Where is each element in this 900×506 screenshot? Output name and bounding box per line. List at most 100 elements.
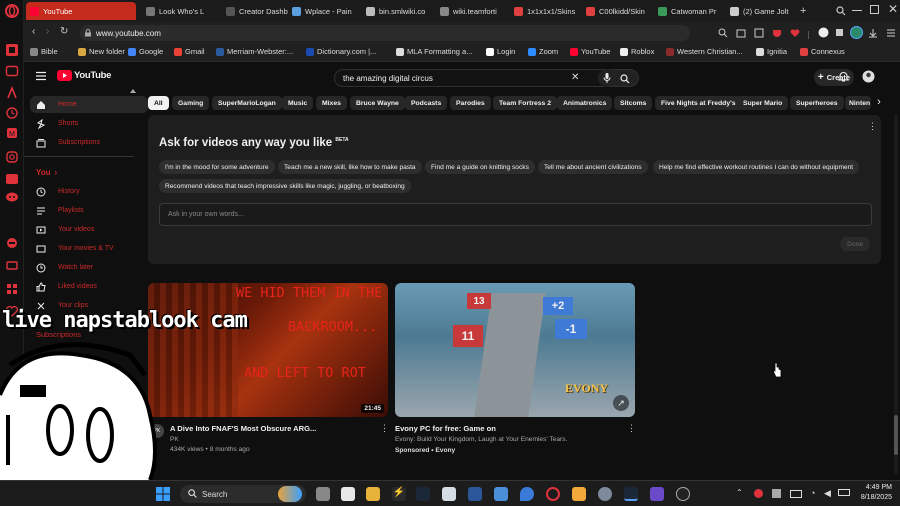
chip-parodies[interactable]: Parodies	[450, 96, 491, 110]
chip-sitcoms[interactable]: Sitcoms	[614, 96, 653, 110]
video-popout-icon[interactable]	[5, 64, 19, 78]
snapshot-icon[interactable]	[736, 28, 746, 38]
steam-running-icon[interactable]	[624, 487, 638, 501]
pocket-icon[interactable]	[772, 28, 782, 38]
battery-icon[interactable]	[838, 489, 850, 496]
search-icon[interactable]	[718, 28, 728, 38]
settings-icon[interactable]	[598, 487, 612, 501]
tab-youtube[interactable]: YouTube	[26, 2, 136, 20]
app-icon-purple[interactable]	[650, 487, 664, 501]
youtube-logo[interactable]: YouTube	[57, 70, 111, 81]
sidebar-item-subscriptions[interactable]: Subscriptions	[30, 134, 148, 151]
discord-icon[interactable]	[5, 190, 19, 204]
account-avatar[interactable]	[862, 70, 875, 83]
scrollbar-thumb[interactable]	[894, 415, 898, 455]
page-scrollbar[interactable]	[894, 115, 898, 475]
bookmark-zoom[interactable]: Zoom	[528, 47, 558, 56]
chip-all[interactable]: All	[148, 96, 169, 110]
steam-icon[interactable]	[416, 487, 430, 501]
bookmark-western-christian[interactable]: Western Christian...	[666, 47, 743, 56]
extensions-puzzle-icon[interactable]	[834, 27, 845, 38]
video-thumbnail[interactable]: WE HID THEM IN THE BACKROOM... AND LEFT …	[148, 283, 388, 417]
bookmark-google[interactable]: Google	[128, 47, 163, 56]
url-field[interactable]: www.youtube.com	[80, 25, 690, 41]
tab-wplace[interactable]: Wplace - Pain	[288, 2, 360, 20]
opera-logo-icon[interactable]	[5, 4, 19, 18]
workspace-icon[interactable]	[5, 43, 19, 57]
ad-thumbnail[interactable]: 13 +2 -1 11 EVONY ↗	[395, 283, 635, 417]
tray-app-icon[interactable]	[772, 489, 781, 498]
messenger-icon[interactable]: M	[5, 126, 19, 140]
clear-search-icon[interactable]: ✕	[571, 72, 579, 83]
easy-setup-icon[interactable]	[886, 28, 896, 38]
sidebar-item-your-videos[interactable]: Your videos	[30, 221, 148, 238]
sidebar-item-playlists[interactable]: Playlists	[30, 202, 148, 219]
bookmark-mla-formatting[interactable]: MLA Formatting a...	[396, 47, 472, 56]
bookmark-connexus[interactable]: Connexus	[800, 47, 845, 56]
wifi-icon[interactable]: ◔	[810, 488, 815, 498]
chip-super-mario[interactable]: Super Mario	[737, 96, 789, 110]
chip-music[interactable]: Music	[282, 96, 314, 110]
bookmark-ignitia[interactable]: Ignitia	[756, 47, 787, 56]
instagram-icon[interactable]	[5, 150, 19, 164]
bookmark-login[interactable]: Login	[486, 47, 515, 56]
download-icon[interactable]	[868, 28, 878, 38]
back-button[interactable]: ‹	[32, 26, 35, 37]
prompt-chip-adventure[interactable]: I'm in the mood for some adventure	[159, 160, 275, 174]
prompt-chip-ancient-civilizations[interactable]: Tell me about ancient civilizations	[538, 160, 648, 174]
bookmark-roblox[interactable]: Roblox	[620, 47, 654, 56]
sidebar-item-liked-videos[interactable]: Liked videos	[30, 278, 148, 295]
tab-1x1x1x1[interactable]: 1x1x1x1/Skins	[510, 2, 580, 20]
volume-icon[interactable]: ◀	[824, 488, 831, 499]
task-view-icon[interactable]	[316, 487, 330, 501]
word-icon[interactable]	[468, 487, 482, 501]
prompt-chip-workout[interactable]: Help me find effective workout routines …	[653, 160, 860, 174]
voice-search-button[interactable]	[598, 69, 616, 87]
done-button[interactable]: Done	[840, 237, 870, 251]
chip-team-fortress-2[interactable]: Team Fortress 2	[493, 96, 558, 110]
chip-gaming[interactable]: Gaming	[172, 96, 210, 110]
bookmark-icon[interactable]	[754, 28, 764, 38]
maximize-button[interactable]	[870, 5, 879, 14]
search-tabs-icon[interactable]	[836, 6, 846, 16]
windows-start-icon[interactable]	[156, 487, 170, 501]
prompt-chip-knitting[interactable]: Find me a guide on knitting socks	[425, 160, 535, 174]
ad-title[interactable]: Evony PC for free: Game on	[395, 424, 496, 433]
profile-avatar-icon[interactable]	[850, 26, 863, 39]
search-input[interactable]: the amazing digital circus ✕	[334, 69, 612, 87]
bookmark-dictionary[interactable]: Dictionary.com |...	[306, 47, 376, 56]
tab-c00lkidd[interactable]: C00lkidd/Skin	[582, 2, 652, 20]
tray-app-icon[interactable]	[754, 489, 763, 498]
bookmark-gmail[interactable]: Gmail	[174, 47, 205, 56]
notifications-bell-icon[interactable]	[838, 71, 849, 83]
tray-overflow-chevron-icon[interactable]: ⌃	[736, 488, 743, 497]
reload-button[interactable]: ↻	[60, 26, 68, 37]
notepad-icon[interactable]	[442, 487, 456, 501]
close-window-button[interactable]: ✕	[888, 2, 898, 16]
tab-catwoman[interactable]: Catwoman Pr	[654, 2, 726, 20]
bookmark-merriam-webster[interactable]: Merriam-Webster:...	[216, 47, 293, 56]
sidebar-item-watch-later[interactable]: Watch later	[30, 259, 148, 276]
taskbar-clock[interactable]: 4:49 PM 8/18/2025	[852, 483, 892, 503]
opera-gx-icon[interactable]	[546, 487, 560, 501]
ad-menu-icon[interactable]: ⋮	[627, 423, 636, 434]
chip-bruce-wayne[interactable]: Bruce Wayne	[350, 96, 405, 110]
extension-s-icon[interactable]	[818, 27, 829, 38]
aria-icon[interactable]	[5, 86, 19, 100]
chip-superheroes[interactable]: Superheroes	[790, 96, 844, 110]
search-button[interactable]	[612, 69, 639, 87]
obs-icon[interactable]	[676, 487, 690, 501]
sidebar-item-home[interactable]: Home	[30, 96, 148, 113]
tab-creator-dashboard[interactable]: Creator Dashb	[222, 2, 294, 20]
video-channel-name[interactable]: PK	[170, 436, 179, 443]
tiktok-icon[interactable]	[5, 172, 19, 186]
sidebar-you-heading[interactable]: You ›	[30, 164, 148, 181]
wallet-icon[interactable]	[5, 258, 19, 272]
app-icon[interactable]: ⚡	[392, 487, 406, 501]
sidebar-item-shorts[interactable]: Shorts	[30, 115, 148, 132]
tab-tf2-wiki[interactable]: wiki.teamforti	[436, 2, 510, 20]
ask-input[interactable]: Ask in your own words...	[159, 203, 872, 226]
more-options-icon[interactable]: ⋮	[868, 121, 877, 132]
scroll-up-arrow-icon[interactable]	[130, 89, 136, 93]
chip-nintendo[interactable]: Ninten	[845, 96, 871, 110]
